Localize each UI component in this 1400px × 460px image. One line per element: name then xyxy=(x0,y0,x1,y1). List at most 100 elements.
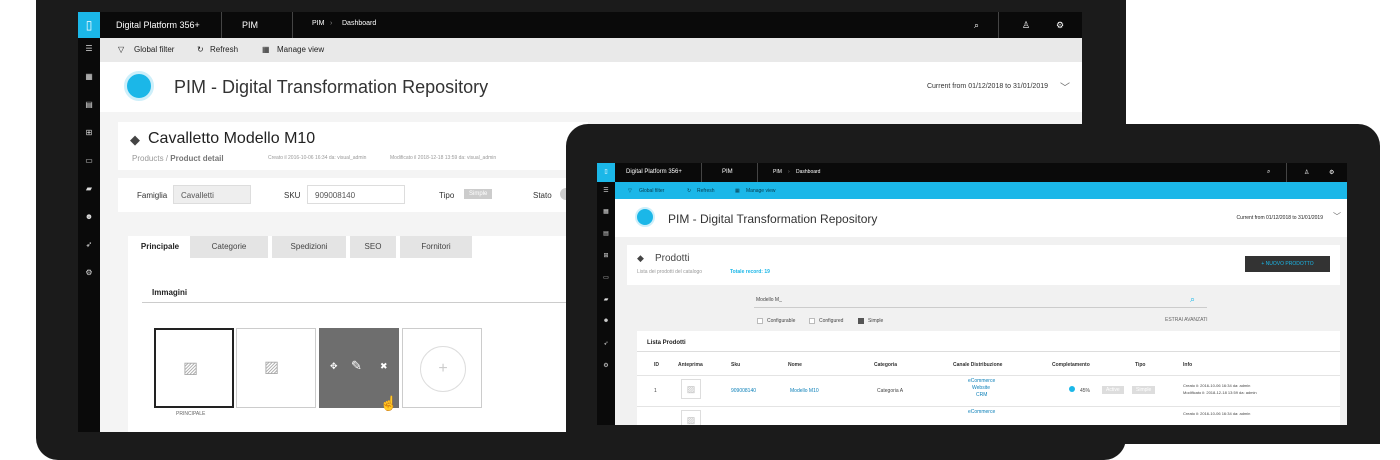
edit-icon[interactable]: ✎ xyxy=(351,358,362,374)
current-period[interactable]: Current from 01/12/2018 to 31/01/2019 xyxy=(1237,215,1323,221)
trash-icon[interactable]: ✖ xyxy=(380,361,388,372)
filter-icon[interactable]: ▽ xyxy=(628,188,632,194)
stato-label: Stato xyxy=(533,191,552,200)
module-name[interactable]: PIM xyxy=(242,20,258,30)
filter-configured-checkbox[interactable] xyxy=(809,318,815,324)
breadcrumb-dashboard[interactable]: Dashboard xyxy=(342,20,376,27)
tablet-sidebar: ☰ ▦ ▤ ⊞ ▭ ▰ ☻ ➶ ⚙ xyxy=(597,182,615,425)
grid-icon[interactable]: ▦ xyxy=(262,45,270,54)
product-detail-panel: Principale Categorie Spedizioni SEO Forn… xyxy=(128,236,588,432)
advanced-filter-link[interactable]: ESTRAI AVANZATI xyxy=(1165,317,1208,323)
refresh-icon[interactable]: ↻ xyxy=(197,45,204,54)
add-image-button[interactable]: + xyxy=(402,328,482,408)
app-logo-icon[interactable]: ▯ xyxy=(597,163,615,182)
image-thumb-primary[interactable]: ▨ xyxy=(154,328,234,408)
gear-icon[interactable]: ⚙ xyxy=(597,362,615,369)
plus-icon: + xyxy=(420,346,466,392)
rocket-icon[interactable]: ➶ xyxy=(597,340,615,347)
database-icon xyxy=(124,71,154,101)
famiglia-label: Famiglia xyxy=(137,191,168,200)
crumb-products[interactable]: Products xyxy=(132,154,164,163)
gear-icon[interactable]: ⚙ xyxy=(1329,169,1334,176)
modified-info: Modificato il 2018-12-18 13:59 da: visua… xyxy=(390,155,497,161)
refresh-button[interactable]: Refresh xyxy=(210,45,238,54)
users-icon[interactable]: ☻ xyxy=(78,212,100,221)
tab-principale[interactable]: Principale xyxy=(134,236,186,258)
product-title: Cavalletto Modello M10 xyxy=(148,130,316,147)
folder-icon[interactable]: ▰ xyxy=(597,296,615,303)
image-thumb-hover[interactable]: ✥ ✎ ✖ ☝ xyxy=(319,328,399,411)
global-filter-button[interactable]: Global filter xyxy=(639,188,664,194)
search-field[interactable]: Modello M_ xyxy=(754,296,1207,308)
filter-configurable-checkbox[interactable] xyxy=(757,318,763,324)
table-row[interactable]: ▨ eCommerce Creato il: 2016-10-06 16:34 … xyxy=(637,407,1340,425)
grid-icon[interactable]: ▦ xyxy=(735,188,740,194)
grid-icon[interactable]: ▦ xyxy=(597,208,615,215)
chevron-down-icon[interactable]: ﹀ xyxy=(1333,211,1341,222)
table-row[interactable]: 1 ▨ 909008140 Modello M10 Categoria A eC… xyxy=(637,376,1340,406)
global-filter-button[interactable]: Global filter xyxy=(134,45,174,54)
rocket-icon[interactable]: ➶ xyxy=(78,240,100,249)
image-icon: ▨ xyxy=(183,360,199,377)
monitor-icon[interactable]: ▭ xyxy=(78,156,100,165)
breadcrumb-pim[interactable]: PIM xyxy=(773,169,782,175)
module-name[interactable]: PIM xyxy=(722,169,733,175)
search-icon[interactable]: ⌕ xyxy=(1190,294,1195,305)
database-icon[interactable]: ▤ xyxy=(597,230,615,237)
filter-icon[interactable]: ▽ xyxy=(118,45,124,54)
fields-row: Famiglia Cavalletti SKU 909008140 Tipo S… xyxy=(118,178,588,212)
monitor-icon[interactable]: ▭ xyxy=(597,274,615,281)
sku-field[interactable]: 909008140 xyxy=(307,185,405,204)
gear-icon[interactable]: ⚙ xyxy=(78,268,100,277)
move-icon[interactable]: ✥ xyxy=(330,361,338,372)
chevron-down-icon[interactable]: ﹀ xyxy=(1060,79,1070,94)
tab-categorie[interactable]: Categorie xyxy=(190,236,268,258)
app-name: Digital Platform 356+ xyxy=(626,169,682,175)
tag-icon: ◆ xyxy=(637,253,644,263)
image-icon: ▨ xyxy=(264,359,280,376)
folder-icon[interactable]: ▰ xyxy=(78,184,100,193)
tab-seo[interactable]: SEO xyxy=(350,236,396,258)
user-icon[interactable]: ♙ xyxy=(1304,169,1309,176)
products-title: Prodotti xyxy=(655,253,690,264)
products-table: Lista Prodotti ID Anteprima Sku Nome Cat… xyxy=(637,331,1340,425)
search-icon[interactable]: ⌕ xyxy=(1267,169,1270,176)
image-thumb[interactable]: ▨ xyxy=(236,328,316,408)
filter-configured-label: Configured xyxy=(819,318,844,324)
refresh-icon[interactable]: ↻ xyxy=(687,188,691,194)
filter-simple-label: Simple xyxy=(868,318,884,324)
menu-icon[interactable]: ☰ xyxy=(597,187,615,194)
filter-simple-checkbox[interactable] xyxy=(858,318,864,324)
tab-spedizioni[interactable]: Spedizioni xyxy=(272,236,346,258)
crumb-product-detail: Product detail xyxy=(170,154,224,163)
gear-icon[interactable]: ⚙ xyxy=(1056,20,1064,31)
tablet-top-bar: ▯ Digital Platform 356+ PIM PIM › Dashbo… xyxy=(597,163,1347,182)
filter-configurable-label: Configurable xyxy=(767,318,796,324)
manage-view-button[interactable]: Manage view xyxy=(277,45,324,54)
refresh-button[interactable]: Refresh xyxy=(697,188,715,194)
image-icon: ▨ xyxy=(681,410,701,425)
page-header: PIM - Digital Transformation Repository … xyxy=(100,62,1082,112)
tag-icon: ◆ xyxy=(130,132,140,147)
cart-icon[interactable]: ⊞ xyxy=(597,252,615,259)
famiglia-field[interactable]: Cavalletti xyxy=(173,185,251,204)
manage-view-button[interactable]: Manage view xyxy=(746,188,775,194)
cart-icon[interactable]: ⊞ xyxy=(78,128,100,137)
products-subtitle: Lista dei prodotti del catalogo xyxy=(637,269,703,275)
new-product-button[interactable]: + NUOVO PRODOTTO xyxy=(1245,256,1330,272)
breadcrumb-dashboard[interactable]: Dashboard xyxy=(796,169,820,175)
breadcrumb-pim[interactable]: PIM xyxy=(312,20,324,27)
search-icon[interactable]: ⌕ xyxy=(974,20,979,31)
app-logo-icon[interactable]: ▯ xyxy=(78,12,100,38)
database-icon[interactable]: ▤ xyxy=(78,100,100,109)
sku-label: SKU xyxy=(284,191,301,200)
grid-icon[interactable]: ▦ xyxy=(78,72,100,81)
user-icon[interactable]: ♙ xyxy=(1022,20,1030,31)
tab-fornitori[interactable]: Fornitori xyxy=(400,236,472,258)
menu-icon[interactable]: ☰ xyxy=(78,44,100,53)
current-period[interactable]: Current from 01/12/2018 to 31/01/2019 xyxy=(927,83,1048,90)
users-icon[interactable]: ☻ xyxy=(597,318,615,324)
tipo-badge: Simple xyxy=(464,189,493,199)
created-info: Creato il 2016-10-06 16:34 da: visual_ad… xyxy=(268,155,367,161)
database-icon xyxy=(635,207,655,227)
